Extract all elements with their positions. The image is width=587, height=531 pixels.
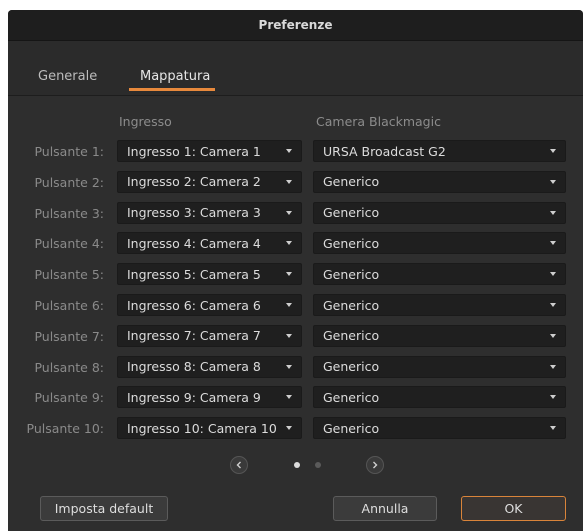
camera-dropdown[interactable]: Generico bbox=[313, 324, 566, 347]
row-label: Pulsante 10: bbox=[26, 421, 105, 437]
previous-page-button[interactable] bbox=[230, 456, 248, 474]
chevron-down-icon bbox=[550, 395, 556, 400]
chevron-down-icon bbox=[550, 426, 556, 431]
chevron-down-icon bbox=[286, 149, 292, 153]
chevron-down-icon bbox=[550, 241, 556, 246]
row-label: Pulsante 7: bbox=[34, 328, 104, 344]
row-label: Pulsante 9: bbox=[34, 390, 104, 406]
input-dropdown-value: Ingresso 2: Camera 2 bbox=[127, 174, 261, 190]
camera-dropdown-value: URSA Broadcast G2 bbox=[323, 143, 446, 159]
camera-dropdown-value: Generico bbox=[323, 297, 380, 313]
chevron-down-icon bbox=[550, 303, 556, 307]
active-tab-indicator bbox=[129, 88, 215, 91]
camera-dropdown-value: Generico bbox=[323, 328, 380, 344]
ok-button[interactable]: OK bbox=[461, 496, 566, 521]
input-dropdown[interactable]: Ingresso 1: Camera 1 bbox=[117, 140, 302, 162]
row-label: Pulsante 1: bbox=[34, 144, 104, 159]
input-dropdown[interactable]: Ingresso 9: Camera 9 bbox=[117, 386, 302, 409]
input-dropdown[interactable]: Ingresso 6: Camera 6 bbox=[117, 294, 302, 316]
chevron-down-icon bbox=[286, 395, 292, 400]
camera-dropdown-value: Generico bbox=[323, 420, 380, 436]
tab-mapping[interactable]: Mappatura bbox=[140, 69, 210, 84]
chevron-left-icon bbox=[236, 461, 241, 469]
next-page-button[interactable] bbox=[366, 456, 384, 474]
chevron-down-icon bbox=[286, 179, 292, 184]
input-dropdown-value: Ingresso 7: Camera 7 bbox=[127, 328, 261, 344]
camera-dropdown[interactable]: URSA Broadcast G2 bbox=[313, 140, 566, 162]
dialog-title: Preferenze bbox=[258, 18, 333, 32]
set-default-button[interactable]: Imposta default bbox=[40, 496, 168, 521]
row-label: Pulsante 4: bbox=[34, 236, 104, 252]
camera-dropdown[interactable]: Generico bbox=[313, 170, 566, 193]
input-dropdown-value: Ingresso 9: Camera 9 bbox=[127, 389, 261, 405]
camera-dropdown-value: Generico bbox=[323, 389, 380, 405]
chevron-down-icon bbox=[286, 241, 292, 246]
camera-dropdown[interactable]: Generico bbox=[313, 294, 566, 316]
chevron-down-icon bbox=[550, 272, 556, 277]
chevron-down-icon bbox=[286, 426, 292, 431]
input-dropdown[interactable]: Ingresso 3: Camera 3 bbox=[117, 201, 302, 224]
camera-dropdown[interactable]: Generico bbox=[313, 355, 566, 378]
row-label: Pulsante 3: bbox=[34, 205, 104, 221]
input-dropdown-value: Ingresso 6: Camera 6 bbox=[127, 297, 261, 313]
camera-dropdown-value: Generico bbox=[323, 359, 380, 375]
tab-bar: Generale Mappatura bbox=[8, 41, 583, 96]
input-column-header: Ingresso bbox=[119, 114, 172, 129]
tab-general[interactable]: Generale bbox=[38, 69, 97, 84]
input-dropdown-value: Ingresso 3: Camera 3 bbox=[127, 205, 261, 221]
camera-dropdown-value: Generico bbox=[323, 205, 380, 221]
input-dropdown[interactable]: Ingresso 5: Camera 5 bbox=[117, 263, 302, 286]
chevron-down-icon bbox=[286, 272, 292, 277]
input-dropdown[interactable]: Ingresso 2: Camera 2 bbox=[117, 170, 302, 193]
chevron-down-icon bbox=[550, 179, 556, 184]
input-dropdown[interactable]: Ingresso 4: Camera 4 bbox=[117, 232, 302, 255]
chevron-down-icon bbox=[550, 333, 556, 338]
camera-dropdown[interactable]: Generico bbox=[313, 417, 566, 440]
input-dropdown[interactable]: Ingresso 8: Camera 8 bbox=[117, 355, 302, 378]
camera-dropdown-value: Generico bbox=[323, 235, 380, 251]
cancel-button[interactable]: Annulla bbox=[333, 496, 437, 521]
input-dropdown-value: Ingresso 10: Camera 10 bbox=[127, 420, 277, 436]
chevron-down-icon bbox=[550, 149, 556, 153]
row-label: Pulsante 6: bbox=[34, 298, 104, 313]
chevron-right-icon bbox=[373, 461, 378, 469]
chevron-down-icon bbox=[286, 333, 292, 338]
input-dropdown-value: Ingresso 5: Camera 5 bbox=[127, 266, 261, 282]
row-label: Pulsante 2: bbox=[34, 174, 104, 190]
camera-column-header: Camera Blackmagic bbox=[316, 114, 441, 129]
input-dropdown[interactable]: Ingresso 10: Camera 10 bbox=[117, 417, 302, 440]
camera-dropdown[interactable]: Generico bbox=[313, 232, 566, 255]
input-dropdown[interactable]: Ingresso 7: Camera 7 bbox=[117, 324, 302, 347]
row-label: Pulsante 5: bbox=[34, 267, 104, 283]
camera-dropdown-value: Generico bbox=[323, 266, 380, 282]
chevron-down-icon bbox=[550, 210, 556, 215]
input-dropdown-value: Ingresso 8: Camera 8 bbox=[127, 359, 261, 375]
chevron-down-icon bbox=[286, 364, 292, 369]
chevron-down-icon bbox=[286, 210, 292, 215]
chevron-down-icon bbox=[286, 303, 292, 307]
camera-dropdown-value: Generico bbox=[323, 174, 380, 190]
input-dropdown-value: Ingresso 4: Camera 4 bbox=[127, 235, 261, 251]
page-dot-2[interactable] bbox=[315, 462, 321, 468]
chevron-down-icon bbox=[550, 364, 556, 369]
camera-dropdown[interactable]: Generico bbox=[313, 263, 566, 286]
row-label: Pulsante 8: bbox=[34, 359, 104, 375]
input-dropdown-value: Ingresso 1: Camera 1 bbox=[127, 143, 261, 159]
page-dot-1[interactable] bbox=[294, 462, 300, 468]
title-bar: Preferenze bbox=[8, 10, 583, 41]
camera-dropdown[interactable]: Generico bbox=[313, 201, 566, 224]
camera-dropdown[interactable]: Generico bbox=[313, 386, 566, 409]
